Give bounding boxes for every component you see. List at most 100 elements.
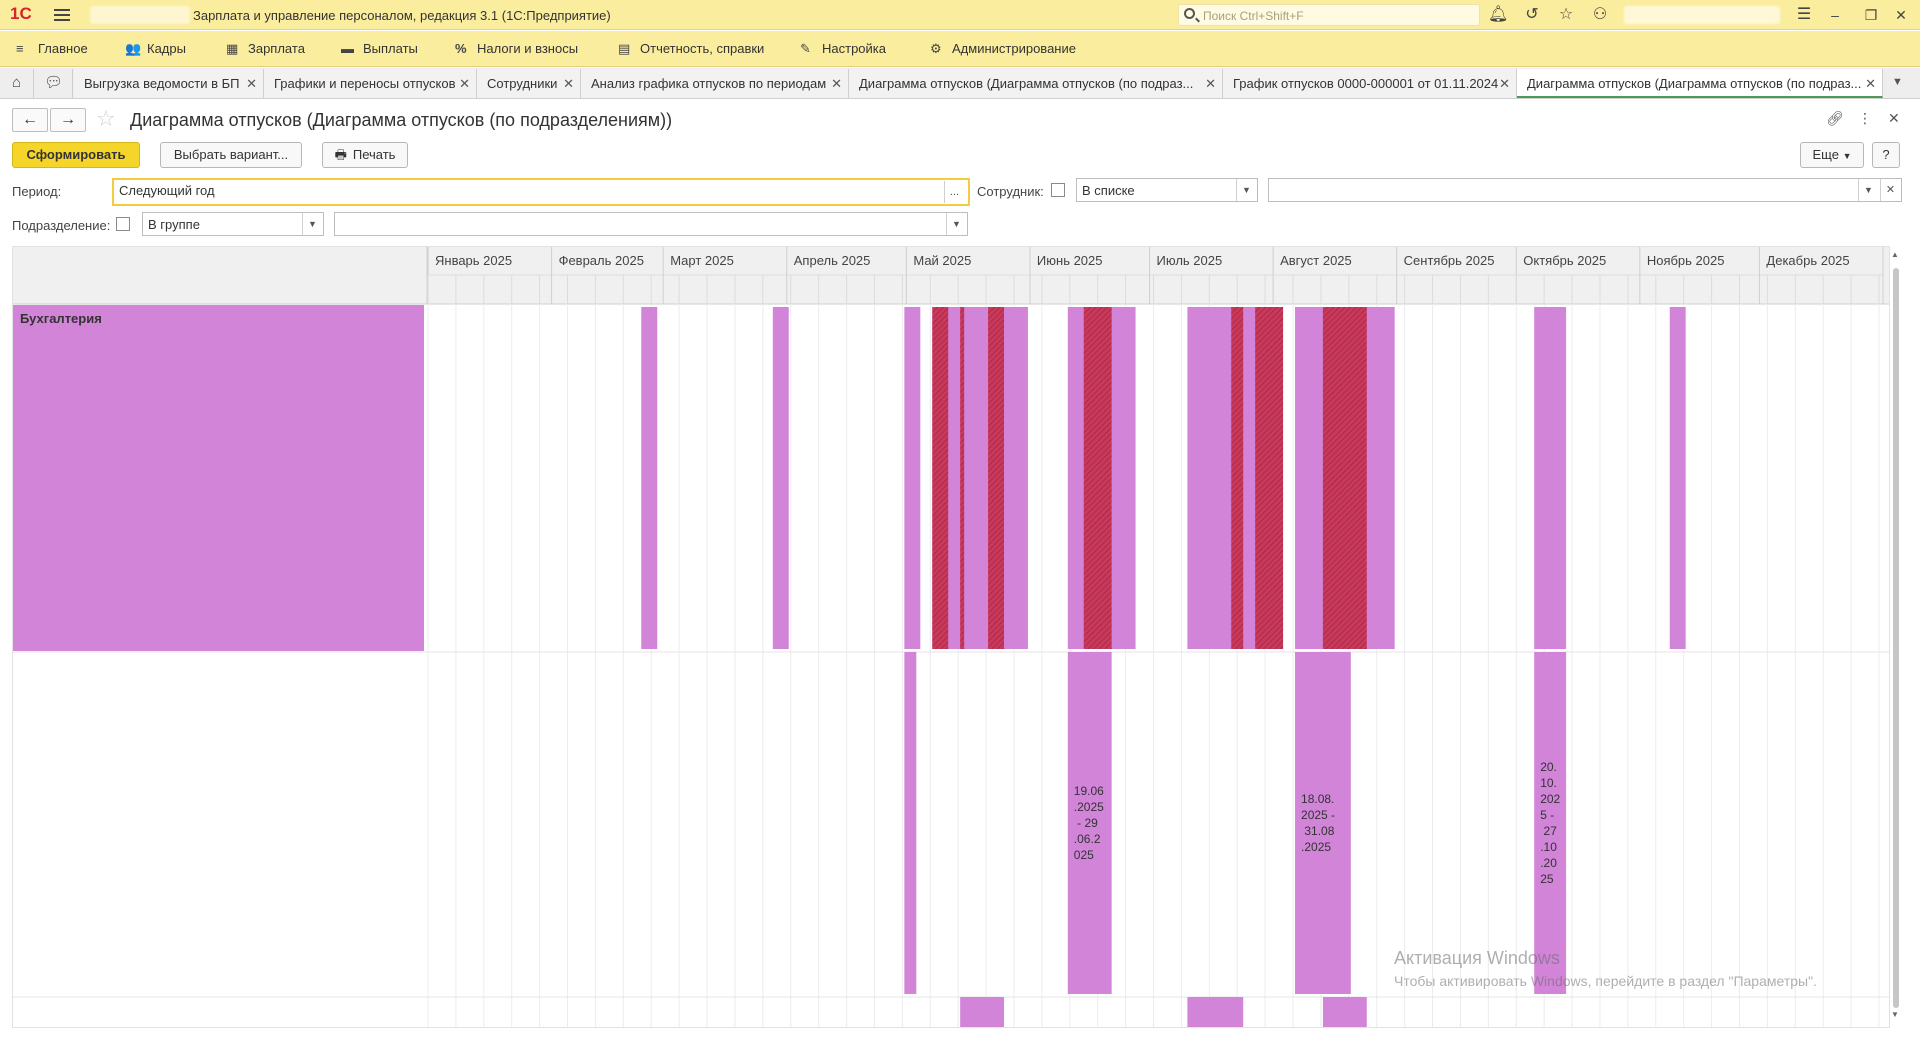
vacation-bar <box>1295 652 1351 994</box>
star-icon[interactable]: ☆ <box>1556 5 1576 25</box>
month-label: Декабрь 2025 <box>1766 253 1849 268</box>
department-mode-select[interactable]: В группе <box>142 212 324 236</box>
menu-admin[interactable]: ⚙ Администрирование <box>930 41 1076 59</box>
page-title: Диаграмма отпусков (Диаграмма отпусков (… <box>130 110 673 130</box>
tabs-dropdown-icon[interactable]: ▼ <box>1892 76 1903 88</box>
tab-vacation-diagram-2[interactable]: Диаграмма отпусков (Диаграмма отпусков (… <box>1517 69 1883 98</box>
restore-icon[interactable]: ❐ <box>1860 4 1882 26</box>
month-label: Ноябрь 2025 <box>1647 253 1725 268</box>
month-label: Август 2025 <box>1280 253 1352 268</box>
history-icon[interactable]: ↺ <box>1522 5 1542 25</box>
gear-icon: ⚙ <box>930 41 942 56</box>
title-bar: 1С Зарплата и управление персоналом, ред… <box>0 0 1920 30</box>
close-form-icon[interactable]: ✕ <box>1888 110 1900 127</box>
chat-icon[interactable]: 💬︎ <box>35 69 73 98</box>
menu-reports[interactable]: ▤ Отчетность, справки <box>618 41 764 59</box>
generate-button[interactable]: Сформировать <box>12 142 140 168</box>
tab-employees[interactable]: Сотрудники ✕ <box>477 69 581 98</box>
menu-main[interactable]: ≡ Главное <box>16 41 88 59</box>
vertical-scrollbar[interactable] <box>1890 256 1902 1026</box>
vacation-overlap-bar <box>1322 307 1367 649</box>
vacation-bar <box>641 307 658 649</box>
vacation-overlap-bar <box>1255 307 1284 649</box>
tab-schedule-analysis[interactable]: Анализ графика отпусков по периодам ✕ <box>581 69 849 98</box>
employee-mode-select[interactable]: В списке <box>1076 178 1258 202</box>
document-icon: ▤ <box>618 41 631 56</box>
percent-icon: % <box>455 41 467 56</box>
bell-icon[interactable]: 🔔︎ <box>1488 5 1508 25</box>
vacation-overlap-bar <box>988 307 1005 649</box>
menu-settings[interactable]: ✎ Настройка <box>800 41 886 59</box>
chevron-down-icon[interactable]: ▼ <box>1236 179 1256 201</box>
wallet-icon: ▬ <box>341 41 354 56</box>
close-tab-icon[interactable]: ✕ <box>459 76 470 92</box>
menu-taxes[interactable]: % Налоги и взносы <box>455 41 578 59</box>
tab-vacation-schedule-doc[interactable]: График отпусков 0000-000001 от 01.11.202… <box>1223 69 1517 98</box>
vacation-overlap-bar <box>1231 307 1244 649</box>
period-input[interactable]: Следующий год <box>112 178 970 206</box>
month-label: Сентябрь 2025 <box>1404 253 1495 268</box>
app-logo: 1С <box>10 4 32 23</box>
main-menu-icon[interactable] <box>54 6 70 22</box>
department-checkbox[interactable] <box>116 217 130 231</box>
menu-payments[interactable]: ▬ Выплаты <box>341 41 418 59</box>
employee-value-input[interactable] <box>1268 178 1902 202</box>
vacation-gantt-chart: Январь 2025 Февраль 2025 Март 2025 Апрель 2… <box>12 246 1890 1028</box>
vacation-overlap-bar <box>932 307 949 649</box>
chevron-down-icon[interactable]: ▼ <box>946 213 966 235</box>
back-button[interactable]: ← <box>12 108 48 132</box>
close-tab-icon[interactable]: ✕ <box>1499 76 1510 92</box>
gantt-svg: Январь 2025 Февраль 2025 Март 2025 Апрель 2… <box>13 247 1889 1027</box>
department-value-input[interactable] <box>334 212 968 236</box>
vacation-overlap-bar <box>960 307 965 649</box>
link-icon[interactable]: 🔗︎ <box>1826 110 1844 127</box>
vacation-bar <box>960 997 1005 1027</box>
row-label: Бухгалтерия <box>20 311 102 326</box>
open-windows-tabbar: ⌂ 💬︎ Выгрузка ведомости в БП ✕ Графики и … <box>0 68 1920 99</box>
close-window-icon[interactable]: ✕ <box>1890 4 1912 26</box>
menu-salary[interactable]: ▦ Зарплата <box>226 41 305 59</box>
close-tab-icon[interactable]: ✕ <box>1865 76 1876 92</box>
month-label: Октябрь 2025 <box>1523 253 1606 268</box>
period-label: Период: <box>12 184 62 199</box>
minimize-icon[interactable]: – <box>1824 4 1846 26</box>
select-variant-button[interactable]: Выбрать вариант... <box>160 142 302 168</box>
close-tab-icon[interactable]: ✕ <box>831 76 842 92</box>
month-label: Январь 2025 <box>435 253 512 268</box>
chevron-down-icon[interactable]: ▼ <box>1858 179 1878 201</box>
settings-menu-icon[interactable]: ☰ <box>1794 5 1814 25</box>
printer-icon: 🖶 <box>334 147 347 162</box>
tab-export-statement[interactable]: Выгрузка ведомости в БП ✕ <box>74 69 264 98</box>
month-label: Июнь 2025 <box>1037 253 1103 268</box>
chevron-down-icon[interactable]: ▼ <box>302 213 322 235</box>
employee-label: Сотрудник: <box>977 184 1044 199</box>
close-tab-icon[interactable]: ✕ <box>563 76 574 92</box>
print-button[interactable]: 🖶 Печать <box>322 142 408 168</box>
search-icon <box>1184 8 1195 19</box>
global-search-input[interactable]: Поиск Ctrl+Shift+F <box>1178 4 1480 26</box>
scroll-down-icon[interactable]: ▼ <box>1891 1010 1899 1019</box>
forward-button[interactable]: → <box>50 108 86 132</box>
period-select-button[interactable]: ... <box>944 181 964 203</box>
month-label: Март 2025 <box>670 253 734 268</box>
tab-vacation-schedules[interactable]: Графики и переносы отпусков ✕ <box>264 69 477 98</box>
close-tab-icon[interactable]: ✕ <box>246 76 257 92</box>
favorite-star-icon[interactable]: ☆ <box>96 106 116 132</box>
clear-icon[interactable]: ✕ <box>1880 179 1900 201</box>
search-placeholder: Поиск Ctrl+Shift+F <box>1203 9 1304 23</box>
scroll-up-icon[interactable]: ▲ <box>1891 250 1899 259</box>
more-button[interactable]: Еще ▼ <box>1800 142 1864 168</box>
help-button[interactable]: ? <box>1872 142 1900 168</box>
section-menu-bar: ≡ Главное 👥 Кадры ▦ Зарплата ▬ Выплаты % Нало… <box>0 31 1920 67</box>
menu-hr[interactable]: 👥 Кадры <box>125 41 186 59</box>
user-name-blurred <box>1624 6 1780 24</box>
users-icon[interactable]: ⚇ <box>1590 5 1610 25</box>
month-label: Май 2025 <box>913 253 971 268</box>
chevron-down-icon: ▼ <box>1842 151 1852 161</box>
scrollbar-thumb[interactable] <box>1893 268 1899 1008</box>
employee-checkbox[interactable] <box>1051 183 1065 197</box>
more-vertical-icon[interactable]: ⋮ <box>1858 110 1872 127</box>
tab-vacation-diagram-1[interactable]: Диаграмма отпусков (Диаграмма отпусков (… <box>849 69 1223 98</box>
close-tab-icon[interactable]: ✕ <box>1205 76 1216 92</box>
home-icon[interactable]: ⌂ <box>0 69 34 98</box>
